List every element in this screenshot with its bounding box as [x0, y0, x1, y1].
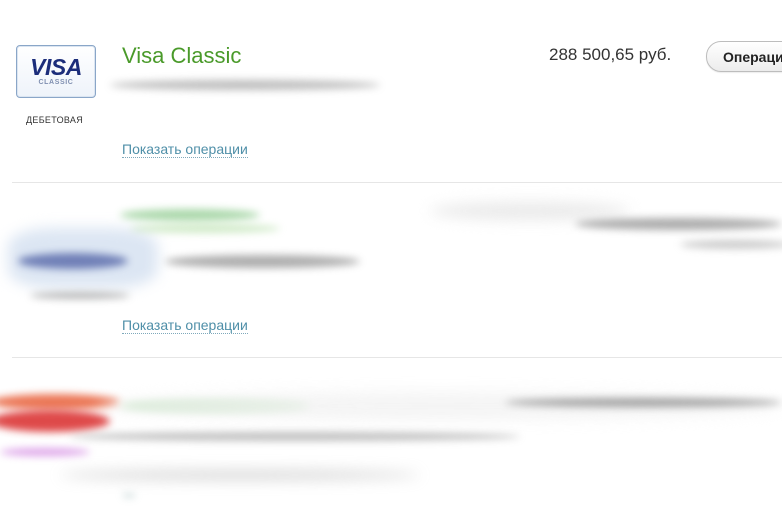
show-operations-link[interactable]: Показать операции: [122, 141, 248, 158]
redacted-balance-2: [575, 218, 782, 230]
redacted-card-name-2: [130, 224, 280, 233]
card-balance: 288 500,65 руб.: [549, 45, 672, 64]
card-name-link[interactable]: Visa Classic: [122, 43, 241, 69]
redacted-card-name: [120, 209, 260, 221]
redacted-card-number: [70, 432, 520, 441]
visa-logo-brand: VISA: [30, 54, 82, 80]
redacted-card-type: [30, 292, 130, 299]
visa-logo-sub: CLASSIC: [38, 79, 74, 86]
visa-card-logo[interactable]: VISA CLASSIC: [16, 45, 96, 98]
redacted-line: [60, 470, 420, 480]
redacted-card-number: [165, 255, 360, 268]
operations-button[interactable]: Операции: [706, 41, 782, 72]
redacted-card-logo-brand: [18, 253, 128, 269]
row-divider: [12, 182, 782, 183]
redacted-balance: [430, 202, 630, 220]
show-operations-link[interactable]: Показать операции: [122, 317, 248, 334]
accounts-page: VISA CLASSIC ДЕБЕТОВАЯ Visa Classic 288 …: [0, 0, 782, 525]
redacted-balance-3: [680, 240, 782, 249]
card-type-label: ДЕБЕТОВАЯ: [26, 115, 84, 125]
redacted-balance: [505, 398, 782, 407]
row-divider: [12, 357, 782, 358]
redacted-link: [122, 494, 136, 497]
redacted-card-logo-2: [0, 410, 110, 432]
redacted-card-number: [110, 80, 380, 90]
redacted-card-logo-3: [0, 448, 90, 456]
